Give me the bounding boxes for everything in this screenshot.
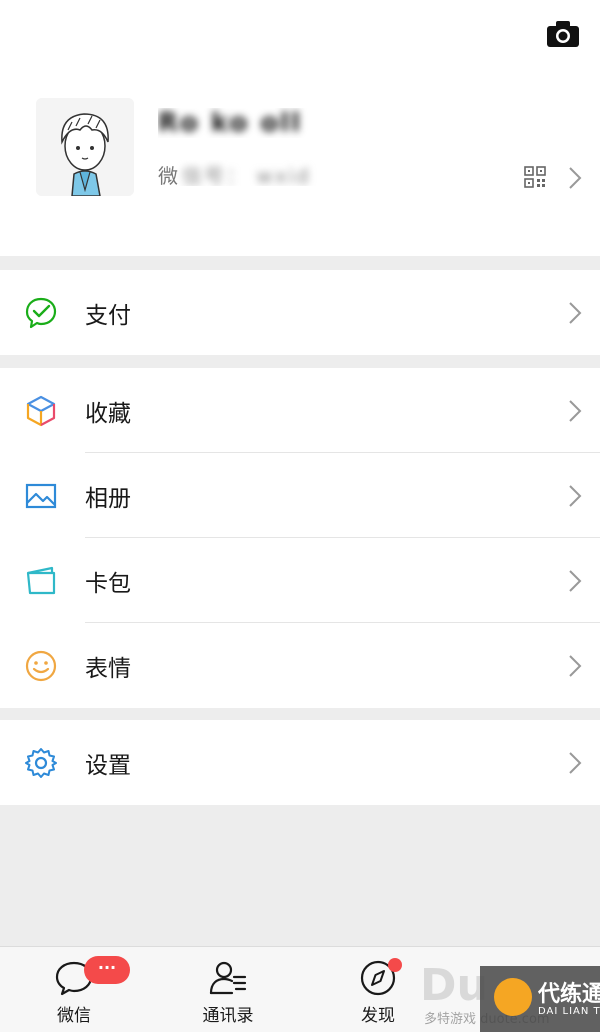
chevron-right-icon: [569, 167, 582, 189]
menu-group-main: 收藏 相册 卡包 表情: [0, 368, 600, 708]
menu-group-pay: 支付: [0, 270, 600, 355]
brand-pinyin: DAI LIAN TONG: [538, 1006, 600, 1017]
menu-item-pay-label: 支付: [85, 302, 131, 329]
wechat-id-label: 微: [158, 164, 178, 186]
menu-item-stickers[interactable]: 表情: [0, 623, 600, 708]
menu-item-stickers-label: 表情: [85, 655, 131, 682]
tab-chats-label: 微信: [57, 1006, 91, 1026]
chevron-right-icon: [569, 569, 582, 592]
qr-code-icon[interactable]: [524, 166, 546, 188]
menu-item-favorites-label: 收藏: [85, 400, 131, 427]
menu-item-settings[interactable]: 设置: [0, 720, 600, 805]
nickname-text: Ro ko oll: [158, 108, 303, 138]
brand-logo-icon: [494, 978, 532, 1016]
avatar[interactable]: [36, 98, 134, 196]
discover-red-dot-badge: [388, 958, 402, 972]
wallet-card-icon: [26, 566, 56, 594]
chats-unread-badge: ···: [84, 956, 130, 984]
wechat-id-value: 信号： wxid: [182, 164, 311, 186]
menu-item-cards-label: 卡包: [85, 570, 131, 597]
tab-contacts[interactable]: 通讯录: [168, 947, 288, 1032]
nickname: Ro ko oll: [158, 108, 318, 138]
chevron-right-icon: [569, 751, 582, 774]
brand-name: 代练通: [538, 982, 600, 1007]
chevron-right-icon: [569, 484, 582, 507]
menu-item-pay[interactable]: 支付: [0, 270, 600, 355]
contacts-person-icon: [209, 961, 247, 995]
chevron-right-icon: [569, 399, 582, 422]
album-image-icon: [25, 483, 57, 508]
menu-item-album-label: 相册: [85, 485, 131, 512]
watermark-logo-text: Du: [420, 960, 488, 1011]
menu-item-favorites[interactable]: 收藏: [0, 368, 600, 453]
gear-icon: [25, 747, 57, 778]
menu-group-settings: 设置: [0, 720, 600, 805]
pay-icon: [25, 297, 57, 328]
menu-item-settings-label: 设置: [85, 752, 131, 779]
chevron-right-icon: [569, 654, 582, 677]
watermark-brand-logo: 代练通 DAI LIAN TONG: [480, 966, 600, 1032]
camera-icon[interactable]: [546, 20, 580, 48]
chevron-right-icon: [569, 301, 582, 324]
tab-contacts-label: 通讯录: [202, 1006, 254, 1026]
profile-header[interactable]: Ro ko oll 微信号： wxid: [0, 0, 600, 256]
menu-item-cards[interactable]: 卡包: [0, 538, 600, 623]
menu-item-album[interactable]: 相册: [0, 453, 600, 538]
favorites-cube-icon: [26, 395, 56, 426]
wechat-id: 微信号： wxid: [158, 160, 348, 186]
smiley-face-icon: [25, 650, 57, 681]
